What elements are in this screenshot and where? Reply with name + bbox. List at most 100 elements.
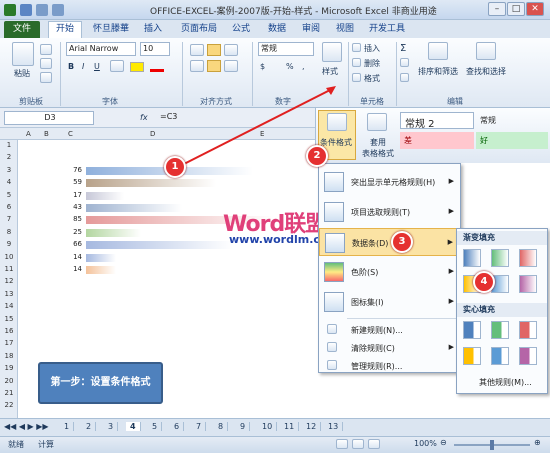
- cell-value[interactable]: 17: [60, 191, 82, 199]
- row-header[interactable]: 14: [0, 302, 18, 310]
- zoom-slider-thumb[interactable]: [490, 440, 494, 450]
- zoom-out-icon[interactable]: ⊖: [440, 438, 447, 447]
- style-normal[interactable]: 常规: [476, 112, 548, 129]
- menu-item-manage-rules[interactable]: 管理规则(R)...: [319, 358, 460, 374]
- maximize-button[interactable]: □: [507, 2, 525, 16]
- style-good[interactable]: 好: [476, 132, 548, 149]
- tab-developer[interactable]: 开发工具: [364, 22, 410, 38]
- align-bottom-icon[interactable]: [224, 44, 238, 56]
- delete-label[interactable]: 删除: [364, 58, 380, 69]
- cut-icon[interactable]: [40, 44, 52, 55]
- cell-value[interactable]: 43: [60, 203, 82, 211]
- table-format-label-1[interactable]: 套用: [370, 137, 386, 148]
- sort-filter-icon[interactable]: [428, 42, 448, 60]
- solid-bar-swatch[interactable]: [491, 347, 509, 365]
- row-header[interactable]: 6: [0, 203, 18, 211]
- tab-home[interactable]: 开始: [50, 22, 80, 38]
- gradient-bar-swatch[interactable]: [519, 249, 537, 267]
- column-header[interactable]: E: [260, 130, 264, 138]
- fx-icon[interactable]: fx: [140, 113, 148, 122]
- gradient-bar-swatch[interactable]: [491, 249, 509, 267]
- row-header[interactable]: 2: [0, 153, 18, 161]
- row-header[interactable]: 4: [0, 178, 18, 186]
- row-header[interactable]: 10: [0, 253, 18, 261]
- row-header[interactable]: 13: [0, 290, 18, 298]
- cell-value[interactable]: 85: [60, 215, 82, 223]
- page-layout-view-icon[interactable]: [352, 439, 364, 449]
- column-header[interactable]: B: [44, 130, 49, 138]
- style-bad[interactable]: 差: [400, 132, 474, 149]
- menu-item-clear-rules[interactable]: 清除规则(C) ▶: [319, 340, 460, 356]
- cell-value[interactable]: 25: [60, 228, 82, 236]
- clear-icon[interactable]: [400, 73, 409, 82]
- format-painter-icon[interactable]: [40, 72, 52, 83]
- sheet-tab[interactable]: 3: [104, 422, 119, 431]
- row-header[interactable]: 17: [0, 339, 18, 347]
- find-select-label[interactable]: 查找和选择: [466, 66, 506, 77]
- autosum-icon[interactable]: Σ: [400, 43, 406, 54]
- align-top-icon[interactable]: [190, 44, 204, 56]
- align-right-icon[interactable]: [224, 60, 238, 72]
- copy-icon[interactable]: [40, 58, 52, 69]
- row-header[interactable]: 21: [0, 389, 18, 397]
- row-header[interactable]: 3: [0, 166, 18, 174]
- cell-value[interactable]: 14: [60, 253, 82, 261]
- bold-button[interactable]: B: [68, 62, 74, 71]
- save-icon[interactable]: [20, 4, 32, 16]
- solid-bar-swatch[interactable]: [519, 347, 537, 365]
- percent-button[interactable]: %: [286, 62, 294, 71]
- tab-view[interactable]: 视图: [332, 22, 358, 38]
- gradient-bar-swatch[interactable]: [463, 249, 481, 267]
- row-header[interactable]: 19: [0, 364, 18, 372]
- row-header[interactable]: 16: [0, 327, 18, 335]
- cell-value[interactable]: 76: [60, 166, 82, 174]
- close-button[interactable]: ✕: [526, 2, 544, 16]
- styles-label[interactable]: 样式: [322, 66, 338, 77]
- align-left-icon[interactable]: [190, 60, 204, 72]
- style-normal2[interactable]: 常规 2: [400, 112, 474, 130]
- sheet-tab[interactable]: 12: [302, 422, 322, 431]
- gradient-bar-swatch[interactable]: [519, 275, 537, 293]
- row-header[interactable]: 1: [0, 141, 18, 149]
- sheet-tab[interactable]: 7: [192, 422, 207, 431]
- row-header[interactable]: 9: [0, 240, 18, 248]
- page-break-view-icon[interactable]: [368, 439, 380, 449]
- column-header[interactable]: A: [26, 130, 31, 138]
- normal-view-icon[interactable]: [336, 439, 348, 449]
- align-middle-icon[interactable]: [207, 44, 221, 56]
- row-header[interactable]: 11: [0, 265, 18, 273]
- row-header[interactable]: 22: [0, 401, 18, 409]
- more-rules-item[interactable]: 其他规则(M)...: [479, 377, 532, 388]
- menu-item-highlight-rules[interactable]: 突出显示单元格规则(H) ▶: [319, 168, 460, 196]
- sheet-tab[interactable]: 4: [126, 422, 141, 431]
- column-header[interactable]: C: [68, 130, 73, 138]
- font-name-select[interactable]: Arial Narrow: [66, 42, 136, 56]
- solid-bar-swatch[interactable]: [491, 321, 509, 339]
- tab-review[interactable]: 审阅: [298, 22, 324, 38]
- tab-data[interactable]: 数据: [264, 22, 290, 38]
- border-icon[interactable]: [110, 60, 124, 72]
- tab-page-layout[interactable]: 页面布局: [176, 22, 222, 38]
- sheet-tab[interactable]: 5: [148, 422, 163, 431]
- insert-icon[interactable]: [352, 43, 361, 52]
- solid-bar-swatch[interactable]: [463, 347, 481, 365]
- sheet-tab[interactable]: 9: [236, 422, 251, 431]
- sheet-tab[interactable]: 6: [170, 422, 185, 431]
- sheet-tab[interactable]: 10: [258, 422, 278, 431]
- minimize-button[interactable]: –: [488, 2, 506, 16]
- fill-icon[interactable]: [400, 58, 409, 67]
- currency-button[interactable]: $: [260, 62, 265, 71]
- solid-bar-swatch[interactable]: [463, 321, 481, 339]
- row-header[interactable]: 7: [0, 215, 18, 223]
- paste-label[interactable]: 粘贴: [14, 68, 30, 79]
- redo-icon[interactable]: [52, 4, 64, 16]
- font-color-icon[interactable]: [150, 62, 164, 72]
- sheet-nav-icon[interactable]: ◀◀ ◀ ▶ ▶▶: [4, 422, 49, 431]
- sort-filter-label[interactable]: 排序和筛选: [418, 66, 458, 77]
- sheet-tab[interactable]: 1: [60, 422, 75, 431]
- sheet-tab[interactable]: 2: [82, 422, 97, 431]
- row-header[interactable]: 5: [0, 191, 18, 199]
- sheet-tab[interactable]: 13: [324, 422, 344, 431]
- delete-icon[interactable]: [352, 58, 361, 67]
- menu-item-data-bars[interactable]: 数据条(D) ▶: [319, 228, 460, 256]
